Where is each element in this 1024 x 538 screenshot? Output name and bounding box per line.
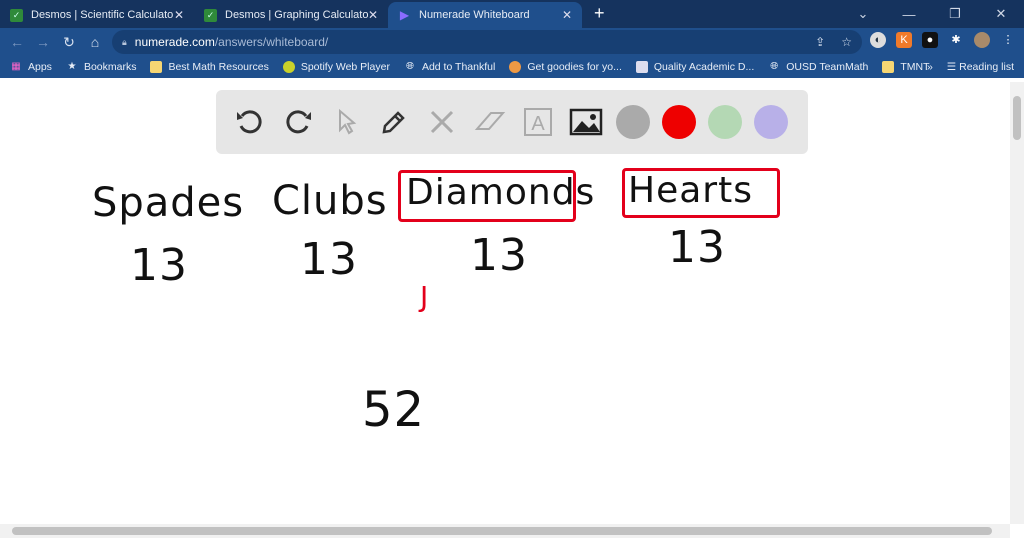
- bookmarks-bar: ▦ Apps ★ Bookmarks Best Math Resources Spo…: [0, 56, 1024, 78]
- bookmark-bookmarks[interactable]: ★ Bookmarks: [66, 61, 137, 73]
- tab-label: Desmos | Scientific Calculator: [31, 9, 174, 21]
- tab-strip: ✓ Desmos | Scientific Calculator ✕ ✓ Desmos…: [0, 0, 1024, 28]
- globe-icon: 🌐︎: [770, 61, 779, 72]
- menu-icon[interactable]: ⋮: [1000, 32, 1016, 48]
- color-green[interactable]: [708, 105, 742, 139]
- total-count: 52: [362, 382, 426, 438]
- suit-label: Hearts: [628, 170, 753, 211]
- text-icon[interactable]: A: [520, 104, 556, 140]
- bookmark-ousd[interactable]: 🌐︎ OUSD TeamMath: [768, 61, 868, 73]
- bookmark-label: Apps: [28, 61, 52, 73]
- bookmark-goodies[interactable]: Get goodies for yo...: [509, 61, 622, 73]
- home-button[interactable]: ⌂: [82, 34, 108, 50]
- tab-desmos-scientific[interactable]: ✓ Desmos | Scientific Calculator ✕: [0, 2, 194, 28]
- bookmark-label: Get goodies for yo...: [527, 61, 622, 73]
- tab-label: Numerade Whiteboard: [419, 9, 530, 21]
- bookmark-label: Add to Thankful: [421, 61, 496, 73]
- share-icon[interactable]: ⇪: [815, 35, 825, 49]
- bookmark-label: Quality Academic D...: [653, 61, 755, 73]
- extension-icon[interactable]: ●: [922, 32, 938, 48]
- address-bar[interactable]: 🔒︎ numerade.com/answers/whiteboard/ ⇪ ☆: [112, 30, 862, 54]
- folder-icon: [150, 61, 163, 73]
- suit-count: 13: [300, 234, 358, 285]
- suit-label: Clubs: [272, 178, 388, 224]
- close-tab-icon[interactable]: ✕: [562, 8, 572, 22]
- folder-icon: [882, 61, 895, 73]
- bookmark-apps[interactable]: ▦ Apps: [10, 61, 52, 73]
- globe-icon: 🌐︎: [405, 61, 414, 72]
- bookmark-star-icon[interactable]: ☆: [841, 35, 852, 49]
- bookmark-label: Best Math Resources: [168, 61, 269, 73]
- color-red[interactable]: [662, 105, 696, 139]
- bookmark-label: Spotify Web Player: [300, 61, 390, 73]
- lock-icon: 🔒︎: [122, 36, 127, 47]
- color-purple[interactable]: [754, 105, 788, 139]
- puzzle-icon[interactable]: ✱: [948, 32, 964, 48]
- bookmark-best-math[interactable]: Best Math Resources: [150, 61, 269, 73]
- bookmark-quality[interactable]: Quality Academic D...: [635, 61, 755, 73]
- suit-count: 13: [130, 240, 188, 291]
- suit-count: 13: [470, 230, 528, 281]
- page-icon: [635, 61, 648, 73]
- forward-button[interactable]: →: [30, 34, 56, 50]
- close-tab-icon[interactable]: ✕: [368, 8, 378, 22]
- scroll-thumb[interactable]: [1013, 96, 1021, 140]
- reading-list-button[interactable]: ☰ Reading list: [947, 61, 1014, 73]
- url-host: numerade.com: [134, 35, 215, 49]
- color-gray[interactable]: [616, 105, 650, 139]
- tab-label: Desmos | Graphing Calculator: [225, 9, 368, 21]
- bookmark-spotify[interactable]: Spotify Web Player: [282, 61, 390, 73]
- image-icon[interactable]: [568, 104, 604, 140]
- bookmark-label: Bookmarks: [83, 61, 137, 73]
- close-tab-icon[interactable]: ✕: [174, 8, 184, 22]
- suit-label: Spades: [92, 180, 245, 226]
- star-icon: ★: [67, 61, 77, 72]
- suit-label: Diamonds: [406, 172, 596, 213]
- apps-icon: ▦: [11, 61, 21, 72]
- more-bookmarks-icon[interactable]: »: [927, 61, 933, 73]
- chrome-icon: [509, 61, 522, 73]
- desmos-icon: ✓: [204, 8, 217, 22]
- pointer-icon[interactable]: [328, 104, 364, 140]
- reload-button[interactable]: ↻: [56, 34, 82, 51]
- eraser-icon[interactable]: [472, 104, 508, 140]
- bookmark-thankful[interactable]: 🌐︎ Add to Thankful: [404, 61, 495, 73]
- reading-list-label: Reading list: [959, 61, 1014, 73]
- horizontal-scrollbar[interactable]: [0, 524, 1010, 538]
- url-path: /answers/whiteboard/: [214, 35, 329, 49]
- desmos-icon: ✓: [10, 8, 23, 22]
- redo-icon[interactable]: [280, 104, 316, 140]
- pen-icon[interactable]: [376, 104, 412, 140]
- whiteboard-toolbar: A: [216, 90, 808, 154]
- tab-search-icon[interactable]: ⌄: [840, 6, 886, 22]
- svg-text:A: A: [531, 113, 545, 135]
- minimize-button[interactable]: —: [886, 7, 932, 22]
- red-mark: J: [420, 280, 430, 313]
- back-button[interactable]: ←: [4, 34, 30, 50]
- extension-icon[interactable]: ◐: [870, 32, 886, 48]
- browser-toolbar: ← → ↻ ⌂ 🔒︎ numerade.com/answers/whiteboa…: [0, 28, 1024, 56]
- tab-numerade-whiteboard[interactable]: ▶ Numerade Whiteboard ✕: [388, 2, 582, 28]
- vertical-scrollbar[interactable]: [1010, 82, 1024, 524]
- spotify-icon: [282, 61, 295, 73]
- tab-desmos-graphing[interactable]: ✓ Desmos | Graphing Calculator ✕: [194, 2, 388, 28]
- new-tab-button[interactable]: +: [594, 3, 605, 24]
- tools-icon[interactable]: [424, 104, 460, 140]
- suit-count: 13: [668, 222, 726, 273]
- extension-icon[interactable]: K: [896, 32, 912, 48]
- avatar[interactable]: [974, 32, 990, 48]
- close-window-button[interactable]: ✕: [978, 6, 1024, 22]
- undo-icon[interactable]: [232, 104, 268, 140]
- numerade-icon: ▶: [399, 7, 410, 22]
- restore-button[interactable]: ❐: [932, 6, 978, 22]
- bookmark-tmnt[interactable]: TMNT: [882, 61, 930, 73]
- bookmark-label: TMNT: [900, 61, 930, 73]
- scroll-thumb[interactable]: [12, 527, 992, 535]
- bookmark-label: OUSD TeamMath: [786, 61, 869, 73]
